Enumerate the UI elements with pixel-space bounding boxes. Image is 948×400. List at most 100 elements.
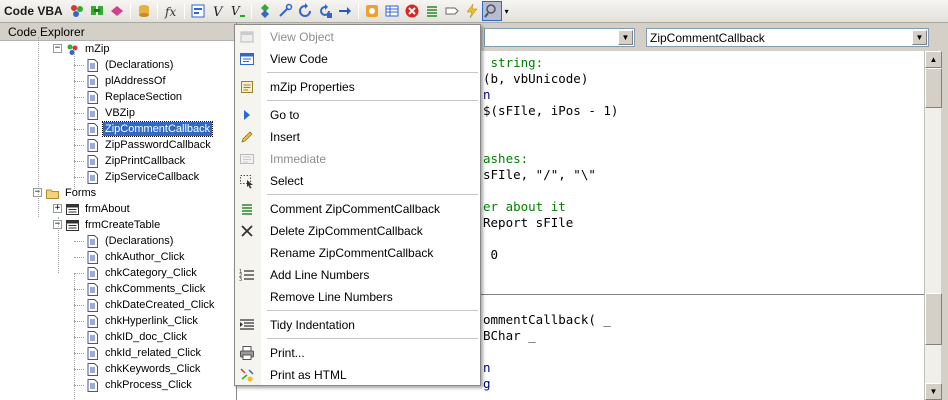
- tree-node[interactable]: VBZip: [86, 105, 137, 121]
- tree-node[interactable]: chkCategory_Click: [86, 265, 199, 281]
- code-vba-button[interactable]: [67, 1, 87, 21]
- expand-toggle[interactable]: +: [53, 204, 62, 213]
- object-combo[interactable]: ▼: [484, 28, 635, 47]
- menu-item-label: View Object: [270, 30, 334, 44]
- tag-button[interactable]: [442, 1, 462, 21]
- variable-icon: V: [210, 3, 226, 19]
- menu-item-remove-line-numbers[interactable]: Remove Line Numbers: [235, 286, 480, 308]
- menu-item-immediate[interactable]: Immediate: [235, 148, 480, 170]
- function-icon: fx: [163, 3, 179, 19]
- procedure-icon: [86, 266, 99, 280]
- code-explorer-title: Code Explorer: [0, 23, 236, 41]
- tree-node[interactable]: frmCreateTable: [66, 217, 162, 233]
- tree-node[interactable]: frmAbout: [66, 201, 132, 217]
- code-line: Report sFIle: [483, 215, 574, 230]
- tree-connector: [74, 113, 84, 114]
- tree-node[interactable]: Forms: [46, 185, 98, 201]
- search-button[interactable]: [481, 1, 502, 21]
- tree-node[interactable]: chkHyperlink_Click: [86, 313, 200, 329]
- refresh-button[interactable]: [295, 1, 315, 21]
- pencil-icon: [239, 129, 255, 145]
- database-button[interactable]: [134, 1, 154, 21]
- menu-item-mzip-properties[interactable]: mZip Properties: [235, 76, 480, 98]
- tree-node[interactable]: ZipPasswordCallback: [86, 137, 213, 153]
- menu-item-print[interactable]: Print...: [235, 342, 480, 364]
- tree-node[interactable]: chkAuthor_Click: [86, 249, 186, 265]
- lightning-button[interactable]: [462, 1, 482, 21]
- menu-item-view-code[interactable]: View Code: [235, 48, 480, 70]
- tree-connector: [74, 337, 84, 338]
- menu-item-view-object[interactable]: View Object: [235, 26, 480, 48]
- tree-node[interactable]: ZipServiceCallback: [86, 169, 201, 185]
- menu-item-rename-zipcommentcallback[interactable]: Rename ZipCommentCallback: [235, 242, 480, 264]
- variable-list-button[interactable]: V: [228, 1, 248, 21]
- menu-item-delete-zipcommentcallback[interactable]: Delete ZipCommentCallback: [235, 220, 480, 242]
- bookmark-button[interactable]: [107, 1, 127, 21]
- table-button[interactable]: [382, 1, 402, 21]
- procedure-icon: [86, 234, 99, 248]
- printer-icon: [239, 345, 255, 361]
- find-button[interactable]: [87, 1, 107, 21]
- code-explorer-pane: Code Explorer mZip − (Declarations) plAddre…: [0, 23, 237, 400]
- form-button[interactable]: [188, 1, 208, 21]
- menu-item-go-to[interactable]: Go to: [235, 104, 480, 126]
- tree-node[interactable]: (Declarations): [86, 57, 175, 73]
- collapse-toggle[interactable]: −: [53, 44, 62, 53]
- procedure-icon: [86, 90, 99, 104]
- vertical-scrollbar[interactable]: ▲ ▼: [924, 51, 942, 400]
- scroll-up-button[interactable]: ▲: [925, 51, 942, 68]
- toolbar: Code VBA fx V V ▾: [0, 0, 948, 23]
- menu-item-insert[interactable]: Insert: [235, 126, 480, 148]
- tree-node[interactable]: chkKeywords_Click: [86, 361, 202, 377]
- toolbar-overflow-button[interactable]: ▾: [502, 1, 512, 21]
- tools-button[interactable]: [275, 1, 295, 21]
- form-icon: [66, 219, 79, 232]
- chevron-down-icon[interactable]: ▼: [618, 30, 633, 45]
- menu-item-print-as-html[interactable]: Print as HTML: [235, 364, 480, 386]
- arrows-button[interactable]: [255, 1, 275, 21]
- menu-item-tidy-indentation[interactable]: Tidy Indentation: [235, 314, 480, 336]
- procedure-combo[interactable]: ZipCommentCallback ▼: [646, 28, 929, 47]
- search-icon: [483, 3, 500, 19]
- tree-node[interactable]: chkDateCreated_Click: [86, 297, 216, 313]
- procedure-icon: [86, 330, 99, 344]
- arrow-right-button[interactable]: [335, 1, 355, 21]
- menu-item-label: Add Line Numbers: [270, 268, 370, 282]
- tree-node[interactable]: mZip: [66, 41, 111, 57]
- toolbar-separator: [183, 3, 185, 19]
- tree-node-label: chkDateCreated_Click: [105, 299, 215, 311]
- tree-connector: [74, 257, 84, 258]
- scroll-thumb-top[interactable]: [925, 68, 942, 108]
- tree-node-label: chkID_doc_Click: [105, 331, 187, 343]
- tree-node[interactable]: chkID_doc_Click: [86, 329, 189, 345]
- menu-item-add-line-numbers[interactable]: 1 2 3 Add Line Numbers: [235, 264, 480, 286]
- procedure-icon: [86, 154, 99, 168]
- tree-node[interactable]: chkId_related_Click: [86, 345, 203, 361]
- stop-button[interactable]: [402, 1, 422, 21]
- procedure-icon: [86, 282, 99, 296]
- scroll-thumb-bottom[interactable]: [925, 293, 942, 345]
- menu-item-select[interactable]: Select: [235, 170, 480, 192]
- tree-node[interactable]: ZipPrintCallback: [86, 153, 187, 169]
- tree-node-label: chkKeywords_Click: [105, 363, 201, 375]
- lightning-icon: [464, 3, 480, 19]
- menu-separator: [267, 194, 478, 195]
- tree-node[interactable]: chkProcess_Click: [86, 377, 194, 393]
- refresh-ext-button[interactable]: [315, 1, 335, 21]
- tree-connector: [74, 273, 75, 400]
- tree-node[interactable]: ReplaceSection: [86, 89, 184, 105]
- tree-node[interactable]: ZipCommentCallback: [86, 121, 214, 137]
- variable-button[interactable]: V: [208, 1, 228, 21]
- tree-connector: [74, 305, 84, 306]
- function-button[interactable]: fx: [161, 1, 181, 21]
- menu-item-comment-zipcommentcallback[interactable]: Comment ZipCommentCallback: [235, 198, 480, 220]
- code-line: BChar _: [483, 328, 536, 343]
- tree-node[interactable]: chkComments_Click: [86, 281, 207, 297]
- procedure-icon: [86, 122, 99, 136]
- scroll-down-button[interactable]: ▼: [925, 383, 942, 400]
- tree-node[interactable]: (Declarations): [86, 233, 175, 249]
- chevron-down-icon[interactable]: ▼: [912, 30, 927, 45]
- settings-button[interactable]: [362, 1, 382, 21]
- list-button[interactable]: [422, 1, 442, 21]
- tree-node[interactable]: plAddressOf: [86, 73, 168, 89]
